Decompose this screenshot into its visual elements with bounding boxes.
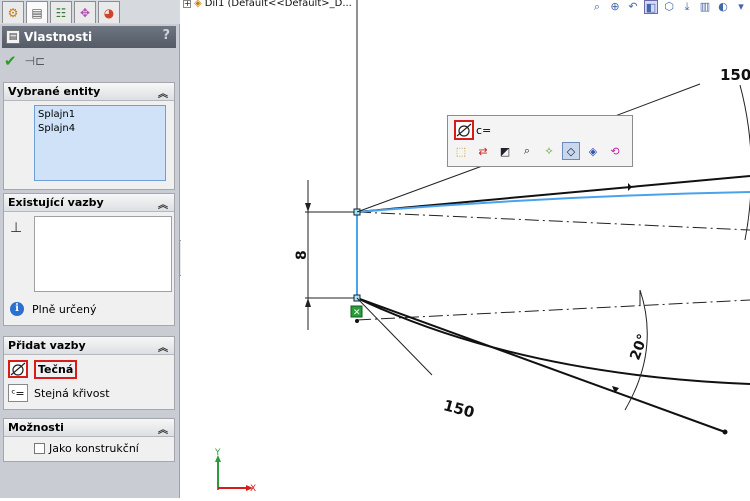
tangent-tool-icon[interactable]: ◇ <box>562 142 580 160</box>
context-toolbar-tools: ⬚ ⇄ ◩ ⌕ ⟡ ◇ ◈ ⟲ <box>452 142 624 160</box>
hide-show-icon[interactable]: ▥ <box>698 0 712 14</box>
equal-curvature-icon: ᶜ= <box>8 384 28 402</box>
svg-text:✕: ✕ <box>353 308 361 318</box>
existing-relations-header[interactable]: Existující vazby ︽ <box>4 194 174 212</box>
equal-curvature-label[interactable]: c= <box>476 124 491 137</box>
axis-x-label: X <box>250 484 256 494</box>
relations-icon[interactable]: ⇄ <box>474 142 492 160</box>
relation-equal-curvature[interactable]: ᶜ= Stejná křivost <box>8 383 110 403</box>
expand-icon[interactable]: + <box>183 0 191 8</box>
construction-checkbox[interactable] <box>34 443 45 454</box>
dimension-bottom-150[interactable]: 150 <box>441 396 476 421</box>
property-manager-icon: ▤ <box>31 5 43 20</box>
feature-manager-icon: ⚙ <box>7 5 19 20</box>
dimxpert-icon: ✥ <box>79 5 91 20</box>
relation-tangent[interactable]: Tečná <box>8 359 78 379</box>
configuration-manager-icon: ☷ <box>55 5 67 20</box>
status-text: Plně určený <box>32 302 97 316</box>
part-name: Díl1 (Default<<Default>_D... <box>204 0 352 9</box>
zoom-area-icon[interactable]: ⊕ <box>608 0 622 14</box>
add-relations-header[interactable]: Přidat vazby ︽ <box>4 337 174 355</box>
panel-title: Vlastnosti <box>24 30 93 44</box>
display-manager-tab[interactable]: ◕ <box>98 1 120 23</box>
dimxpert-tab[interactable]: ✥ <box>74 1 96 23</box>
tangent-icon[interactable] <box>454 120 474 140</box>
view-orientation-icon[interactable]: ⬡ <box>662 0 676 14</box>
edit-appearance-icon[interactable]: ◐ <box>716 0 730 14</box>
graphics-area[interactable]: ✕ 150 150 8 20° Y X <box>181 0 750 498</box>
ok-button[interactable]: ✔ <box>4 52 17 70</box>
panel-header: ▤ Vlastnosti ? <box>2 26 176 48</box>
equal-curvature-tool-icon[interactable]: ◈ <box>584 142 602 160</box>
properties-icon: ▤ <box>6 30 20 44</box>
help-button[interactable]: ? <box>162 28 170 43</box>
property-manager-panel: ⚙ ▤ ☷ ✥ ◕ ▤ Vlastnosti ? ✔ ⊣⊏ Vybrané en… <box>0 0 180 498</box>
show-curvature-icon[interactable]: ⟡ <box>540 142 558 160</box>
relations-icon: ⊥ <box>10 220 23 236</box>
collapse-chevron-icon[interactable]: ︽ <box>158 339 168 354</box>
collapse-chevron-icon[interactable]: ︽ <box>158 421 168 436</box>
info-icon: i <box>10 302 24 316</box>
zoom-selection-icon[interactable]: ⌕ <box>518 142 536 160</box>
add-relations-group: Přidat vazby ︽ Tečná ᶜ= Stejná křivost <box>3 336 175 410</box>
selected-entities-header[interactable]: Vybrané entity ︽ <box>4 83 174 101</box>
previous-view-icon[interactable]: ↶ <box>626 0 640 14</box>
zoom-to-fit-icon[interactable]: ⌕ <box>590 0 604 14</box>
display-manager-icon: ◕ <box>103 5 115 20</box>
dimension-top-150[interactable]: 150 <box>720 66 750 84</box>
selected-entities-list[interactable]: Splajn1 Splajn4 <box>34 105 166 181</box>
apply-scene-icon[interactable]: ▾ <box>734 0 748 14</box>
display-style-icon[interactable]: ⤓ <box>680 0 694 14</box>
construction-option[interactable]: Jako konstrukční <box>34 442 139 455</box>
axis-y-label: Y <box>214 448 221 458</box>
group-title: Možnosti <box>8 421 64 434</box>
context-toolbar-top: c= <box>454 120 491 140</box>
sketch-canvas: ✕ 150 150 8 20° Y X <box>214 0 750 494</box>
collapse-chevron-icon[interactable]: ︽ <box>158 85 168 100</box>
configuration-manager-tab[interactable]: ☷ <box>50 1 72 23</box>
part-icon: ◈ <box>194 0 202 9</box>
property-manager-tab[interactable]: ▤ <box>26 1 48 23</box>
selected-entities-group: Vybrané entity ︽ Splajn1 Splajn4 <box>3 82 175 190</box>
collapse-chevron-icon[interactable]: ︽ <box>158 196 168 211</box>
existing-relations-group: Existující vazby ︽ ⊥ i Plně určený <box>3 193 175 326</box>
construction-label: Jako konstrukční <box>49 442 139 455</box>
pin-icon[interactable]: ⊣⊏ <box>25 54 46 68</box>
status-row: i Plně určený <box>10 302 96 316</box>
relation-label: Tečná <box>34 359 78 379</box>
group-title: Vybrané entity <box>8 85 101 98</box>
context-toolbar: c= ⬚ ⇄ ◩ ⌕ ⟡ ◇ ◈ ⟲ <box>447 115 633 167</box>
list-item[interactable]: Splajn1 <box>38 108 162 122</box>
list-item[interactable]: Splajn4 <box>38 122 162 136</box>
smart-dimension-icon[interactable]: ◩ <box>496 142 514 160</box>
tangent-icon <box>8 360 28 378</box>
ok-bar: ✔ ⊣⊏ <box>4 52 45 70</box>
section-view-icon[interactable]: ◧ <box>644 0 658 14</box>
dimension-8[interactable]: 8 <box>294 250 310 260</box>
group-title: Přidat vazby <box>8 339 86 352</box>
relation-label: Stejná křivost <box>34 386 110 400</box>
select-other-icon[interactable]: ⬚ <box>452 142 470 160</box>
feature-tree-root[interactable]: + ◈ Díl1 (Default<<Default>_D... <box>183 0 352 9</box>
options-header[interactable]: Možnosti ︽ <box>4 419 174 437</box>
convert-icon[interactable]: ⟲ <box>606 142 624 160</box>
dimension-angle[interactable]: 20° <box>627 332 651 362</box>
group-title: Existující vazby <box>8 196 104 209</box>
feature-manager-tab[interactable]: ⚙ <box>2 1 24 23</box>
existing-relations-list[interactable] <box>34 216 172 292</box>
options-group: Možnosti ︽ Jako konstrukční <box>3 418 175 462</box>
heads-up-view-toolbar: ⌕ ⊕ ↶ ◧ ⬡ ⤓ ▥ ◐ ▾ <box>590 0 748 14</box>
manager-tabs: ⚙ ▤ ☷ ✥ ◕ <box>0 0 180 24</box>
